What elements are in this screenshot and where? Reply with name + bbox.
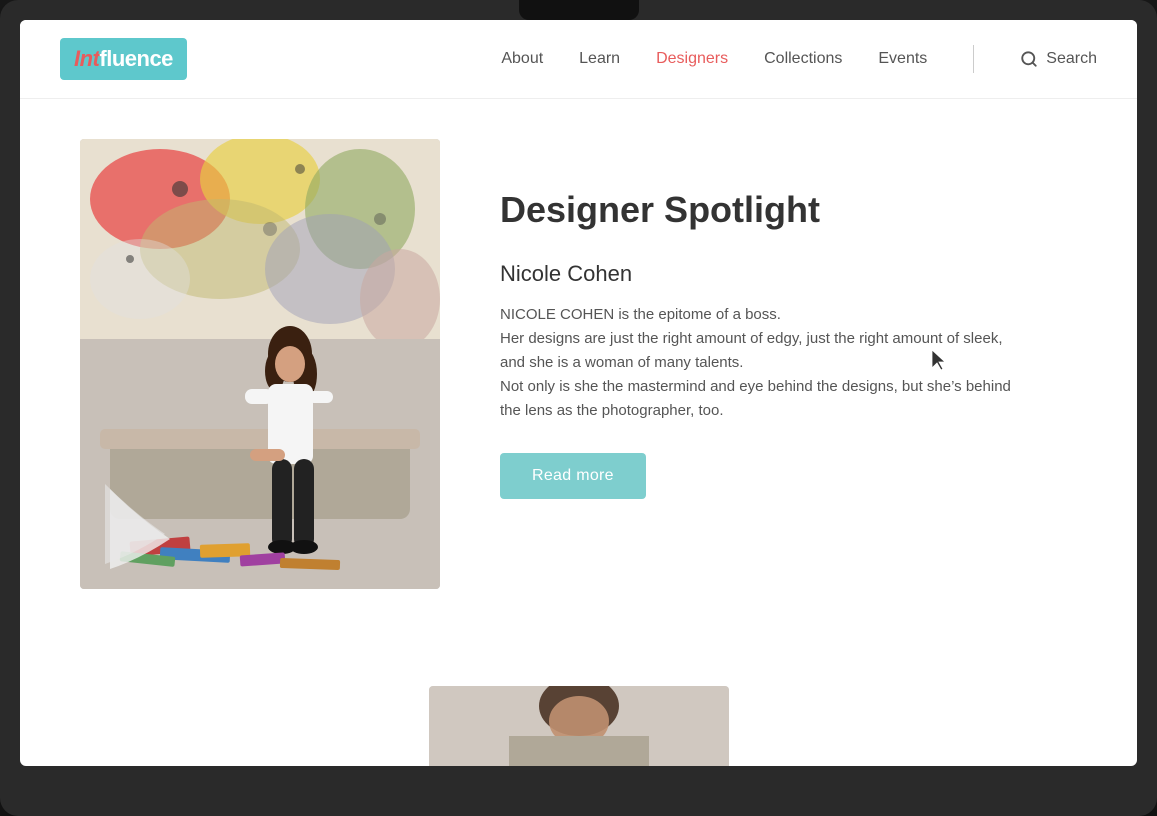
nav-link-about[interactable]: About [501, 50, 543, 67]
nav-search-item[interactable]: Search [1020, 50, 1097, 68]
logo-int: Int [74, 46, 99, 71]
nav-divider [973, 45, 974, 73]
search-icon [1020, 50, 1038, 68]
bottom-preview [429, 686, 729, 766]
nav-item-designers[interactable]: Designers [656, 50, 728, 68]
nav-item-learn[interactable]: Learn [579, 50, 620, 68]
nav-link-events[interactable]: Events [878, 50, 927, 67]
bio-line-3: and she is a woman of many talents. [500, 351, 1077, 375]
logo-fluence: fluence [99, 46, 173, 71]
search-button[interactable]: Search [1020, 50, 1097, 68]
nav-item-collections[interactable]: Collections [764, 50, 842, 68]
bio-line-2: Her designs are just the right amount of… [500, 327, 1077, 351]
nav-item-events[interactable]: Events [878, 50, 927, 68]
nav-link-designers[interactable]: Designers [656, 50, 728, 67]
navigation: Intfluence About Learn Designers Collect… [20, 20, 1137, 99]
nav-link-collections[interactable]: Collections [764, 50, 842, 67]
designer-info: Designer Spotlight Nicole Cohen NICOLE C… [500, 139, 1077, 499]
nav-links: About Learn Designers Collections Events [501, 45, 1097, 73]
bio-line-4: Not only is she the mastermind and eye b… [500, 375, 1077, 399]
logo[interactable]: Intfluence [60, 38, 187, 80]
nav-item-about[interactable]: About [501, 50, 543, 68]
bio-line-5: the lens as the photographer, too. [500, 399, 1077, 423]
designer-bio: NICOLE COHEN is the epitome of a boss. H… [500, 303, 1077, 423]
read-more-button[interactable]: Read more [500, 453, 646, 499]
bio-line-1: NICOLE COHEN is the epitome of a boss. [500, 303, 1077, 327]
designer-photo [80, 139, 440, 589]
spotlight-title: Designer Spotlight [500, 189, 1077, 231]
screen: Intfluence About Learn Designers Collect… [20, 20, 1137, 766]
designer-image [80, 139, 440, 589]
laptop-shell: Intfluence About Learn Designers Collect… [0, 0, 1157, 816]
main-content: Designer Spotlight Nicole Cohen NICOLE C… [20, 99, 1137, 765]
nav-link-learn[interactable]: Learn [579, 50, 620, 67]
bottom-preview-image [429, 686, 729, 766]
designer-name: Nicole Cohen [500, 261, 1077, 287]
laptop-notch [519, 0, 639, 20]
search-label: Search [1046, 50, 1097, 68]
